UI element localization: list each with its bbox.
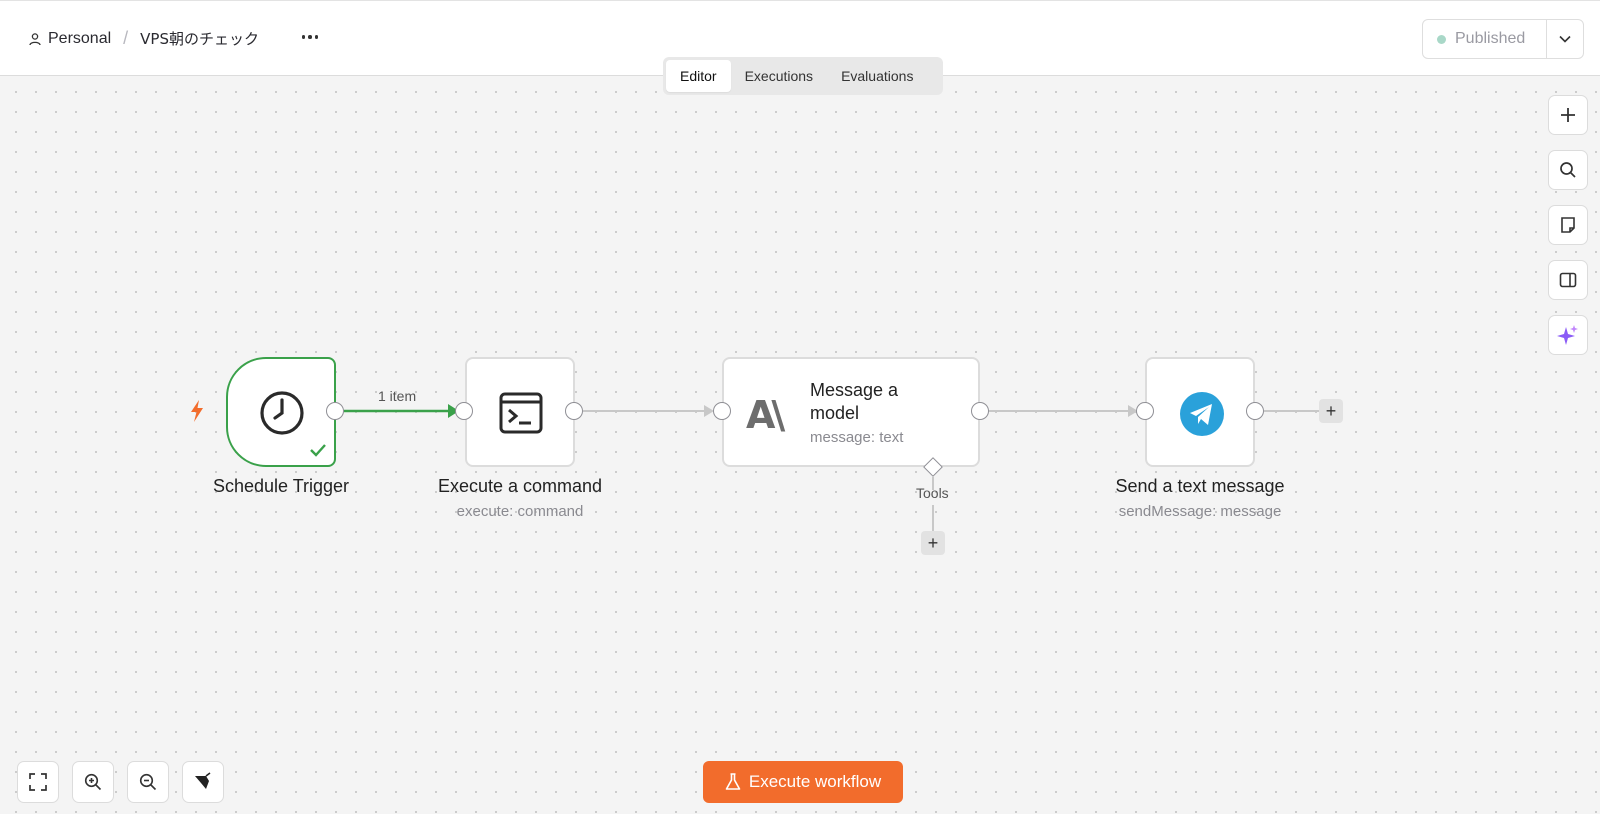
view-tabs: Editor Executions Evaluations bbox=[663, 57, 943, 95]
breadcrumb: Personal / VPS朝のチェック bbox=[28, 28, 259, 49]
add-node-button[interactable] bbox=[1548, 95, 1588, 135]
telegram-node-label: Send a text message bbox=[1115, 476, 1285, 496]
zoom-in-button[interactable] bbox=[72, 761, 114, 803]
published-button[interactable]: Published bbox=[1423, 20, 1547, 58]
search-icon bbox=[1560, 162, 1576, 178]
tab-evaluations[interactable]: Evaluations bbox=[827, 60, 927, 92]
breadcrumb-separator: / bbox=[123, 28, 129, 48]
telegram-icon bbox=[1180, 392, 1224, 436]
model-node-title: Message a model bbox=[810, 380, 899, 423]
broom-icon bbox=[195, 772, 211, 789]
model-node-subtitle: message: text bbox=[810, 429, 904, 446]
trigger-bolt-icon bbox=[191, 400, 203, 422]
success-check-icon bbox=[310, 444, 326, 457]
node-telegram-send[interactable] bbox=[1145, 357, 1255, 467]
fit-view-button[interactable] bbox=[17, 761, 59, 803]
fullscreen-icon bbox=[29, 773, 47, 791]
terminal-icon bbox=[499, 392, 543, 434]
zoom-in-icon bbox=[84, 773, 102, 791]
publish-dropdown-button[interactable] bbox=[1547, 20, 1583, 58]
tab-editor[interactable]: Editor bbox=[666, 60, 731, 92]
command-input-handle[interactable] bbox=[455, 402, 473, 420]
user-icon bbox=[29, 32, 41, 45]
more-options-button[interactable] bbox=[299, 26, 321, 48]
flask-icon bbox=[725, 773, 741, 790]
command-output-handle[interactable] bbox=[565, 402, 583, 420]
execute-command-label: Execute a command bbox=[437, 476, 603, 496]
tools-label: Tools bbox=[916, 485, 949, 501]
tab-executions[interactable]: Executions bbox=[731, 60, 827, 92]
add-next-node-button[interactable]: + bbox=[1319, 399, 1343, 423]
connection-item-count: 1 item bbox=[378, 388, 417, 404]
node-message-model[interactable]: A\ Message a model message: text bbox=[722, 357, 980, 467]
zoom-out-icon bbox=[139, 773, 157, 791]
status-dot-icon bbox=[1437, 34, 1446, 44]
anthropic-logo-icon: A\ bbox=[746, 393, 785, 437]
zoom-out-button[interactable] bbox=[127, 761, 169, 803]
sticky-note-icon bbox=[1561, 217, 1575, 233]
node-execute-command[interactable] bbox=[465, 357, 575, 467]
tidy-up-button[interactable] bbox=[182, 761, 224, 803]
model-input-handle[interactable] bbox=[713, 402, 731, 420]
schedule-trigger-label: Schedule Trigger bbox=[212, 476, 350, 496]
search-nodes-button[interactable] bbox=[1548, 150, 1588, 190]
plus-icon bbox=[1561, 108, 1575, 122]
published-label: Published bbox=[1455, 30, 1526, 47]
node-schedule-trigger[interactable] bbox=[226, 357, 336, 467]
telegram-node-subtitle: sendMessage: message bbox=[1118, 503, 1282, 520]
clock-icon bbox=[260, 391, 304, 435]
telegram-output-handle[interactable] bbox=[1246, 402, 1264, 420]
toggle-panel-button[interactable] bbox=[1548, 260, 1588, 300]
more-dot-icon bbox=[301, 35, 306, 39]
ai-assistant-button[interactable] bbox=[1548, 315, 1588, 355]
schedule-output-handle[interactable] bbox=[326, 402, 344, 420]
sparkle-icon bbox=[1557, 325, 1578, 345]
workflow-title[interactable]: VPS朝のチェック bbox=[140, 28, 259, 49]
execute-command-subtitle: execute: command bbox=[456, 503, 584, 520]
breadcrumb-owner[interactable]: Personal bbox=[48, 30, 111, 48]
execute-workflow-label: Execute workflow bbox=[748, 772, 882, 791]
panel-icon bbox=[1559, 272, 1577, 288]
execute-workflow-button[interactable]: Execute workflow bbox=[703, 761, 903, 803]
add-tool-button[interactable]: + bbox=[921, 531, 945, 555]
chevron-down-icon bbox=[1559, 35, 1571, 43]
publish-control: Published bbox=[1422, 19, 1584, 59]
telegram-input-handle[interactable] bbox=[1136, 402, 1154, 420]
add-sticky-note-button[interactable] bbox=[1548, 205, 1588, 245]
model-output-handle[interactable] bbox=[971, 402, 989, 420]
